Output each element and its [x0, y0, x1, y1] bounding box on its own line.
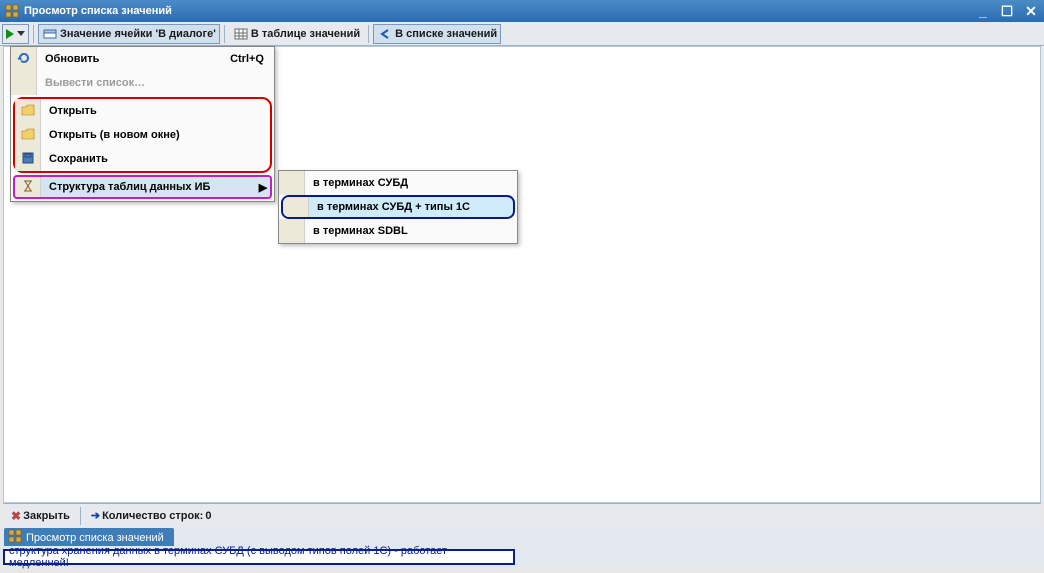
submenu-dbms-1c-label: в терминах СУБД + типы 1С	[309, 201, 513, 213]
close-icon: ✖	[11, 509, 21, 523]
close-button[interactable]: ✕	[1022, 3, 1040, 20]
status-message: структура хранения данных в терминах СУБ…	[3, 549, 515, 565]
toolbar-separator	[80, 507, 81, 525]
arrow-right-icon: ➔	[91, 509, 100, 522]
close-panel-button[interactable]: ✖ Закрыть	[7, 506, 74, 526]
menu-refresh[interactable]: Обновить Ctrl+Q	[11, 47, 274, 71]
menu-export-label: Вывести список…	[37, 77, 274, 89]
submenu-dbms[interactable]: в терминах СУБД	[279, 171, 517, 195]
dropdown-icon	[17, 31, 25, 36]
menu-open[interactable]: Открыть	[15, 99, 270, 123]
minimize-button[interactable]: _	[974, 3, 992, 20]
menu-refresh-shortcut: Ctrl+Q	[230, 53, 274, 65]
submenu-sdbl[interactable]: в терминах SDBL	[279, 219, 517, 243]
save-icon	[21, 151, 35, 168]
list-arrow-icon	[377, 26, 393, 42]
in-table-label: В таблице значений	[251, 28, 360, 40]
in-list-label: В списке значений	[395, 28, 497, 40]
in-table-button[interactable]: В таблице значений	[229, 24, 364, 44]
submenu-dbms-1c[interactable]: в терминах СУБД + типы 1С	[281, 195, 515, 219]
menu-structure-label: Структура таблиц данных ИБ	[41, 181, 256, 193]
cell-value-button[interactable]: Значение ячейки 'В диалоге'	[38, 24, 220, 44]
run-dropdown-button[interactable]	[2, 24, 29, 44]
taskbar-tab-icon	[8, 529, 22, 546]
window-icon	[4, 3, 20, 19]
submenu-arrow-icon: ▶	[256, 181, 270, 194]
rowcount-display: ➔ Количество строк: 0	[87, 506, 216, 526]
cell-value-label: Значение ячейки 'В диалоге'	[60, 28, 216, 40]
in-list-button[interactable]: В списке значений	[373, 24, 501, 44]
toolbar-separator	[224, 25, 225, 43]
menu-open-new[interactable]: Открыть (в новом окне)	[15, 123, 270, 147]
folder-new-icon	[21, 128, 35, 143]
menu-open-new-label: Открыть (в новом окне)	[41, 129, 270, 141]
status-text: структура хранения данных в терминах СУБ…	[9, 545, 509, 569]
taskbar: Просмотр списка значений	[0, 527, 1044, 547]
maximize-button[interactable]: ☐	[998, 3, 1016, 20]
rowcount-value: 0	[205, 510, 211, 522]
toolbar-separator	[368, 25, 369, 43]
taskbar-tab[interactable]: Просмотр списка значений	[4, 528, 174, 546]
toolbar: Значение ячейки 'В диалоге' В таблице зн…	[0, 22, 1044, 46]
titlebar: Просмотр списка значений _ ☐ ✕	[0, 0, 1044, 22]
bottom-toolbar: ✖ Закрыть ➔ Количество строк: 0	[3, 503, 1041, 527]
play-icon	[6, 29, 14, 39]
menu-save-label: Сохранить	[41, 153, 270, 165]
submenu-sdbl-label: в терминах SDBL	[305, 225, 517, 237]
refresh-icon	[17, 51, 31, 68]
toolbar-separator	[33, 25, 34, 43]
annotation-red-box: Открыть Открыть (в новом окне) Сохранить	[13, 97, 272, 173]
close-panel-label: Закрыть	[23, 510, 70, 522]
statusbar: структура хранения данных в терминах СУБ…	[0, 547, 1044, 567]
taskbar-tab-label: Просмотр списка значений	[26, 532, 164, 544]
menu-save[interactable]: Сохранить	[15, 147, 270, 171]
rowcount-label: Количество строк:	[102, 510, 203, 522]
submenu-dbms-label: в терминах СУБД	[305, 177, 517, 189]
structure-submenu: в терминах СУБД в терминах СУБД + типы 1…	[278, 170, 518, 244]
table-icon	[233, 26, 249, 42]
folder-icon	[21, 104, 35, 119]
main-menu: Обновить Ctrl+Q Вывести список… Открыть …	[10, 46, 275, 202]
hourglass-icon	[21, 179, 35, 196]
menu-export: Вывести список…	[11, 71, 274, 95]
window-title: Просмотр списка значений	[24, 5, 974, 17]
menu-open-label: Открыть	[41, 105, 270, 117]
menu-refresh-label: Обновить	[37, 53, 230, 65]
menu-structure[interactable]: Структура таблиц данных ИБ ▶	[13, 175, 272, 199]
cell-icon	[42, 26, 58, 42]
